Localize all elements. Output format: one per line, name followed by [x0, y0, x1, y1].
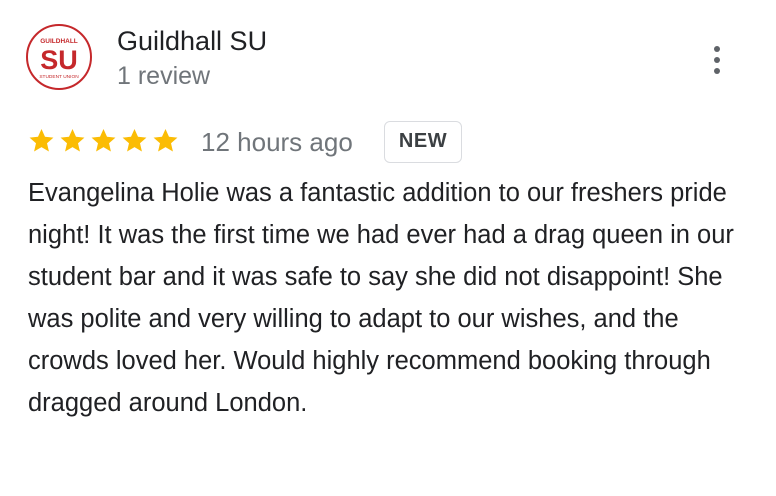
avatar[interactable]: GUILDHALL SU STUDENT UNION [26, 24, 92, 90]
logo-main-text: SU [40, 45, 78, 75]
star-icon [60, 129, 85, 152]
logo-bottom-text: STUDENT UNION [39, 74, 79, 80]
reviewer-name[interactable]: Guildhall SU [117, 24, 267, 58]
logo-top-text: GUILDHALL [40, 38, 78, 45]
review-time: 12 hours ago [201, 127, 353, 157]
star-icon [29, 129, 54, 152]
new-badge: NEW [384, 121, 462, 163]
guildhall-su-logo: GUILDHALL SU STUDENT UNION [39, 38, 79, 80]
star-icon [122, 129, 147, 152]
star-rating [28, 127, 183, 157]
review-card: GUILDHALL SU STUDENT UNION Guildhall SU … [0, 0, 776, 496]
star-icon [153, 129, 178, 152]
more-options-button[interactable] [700, 40, 734, 80]
star-icon [91, 129, 116, 152]
review-text: Evangelina Holie was a fantastic additio… [28, 179, 734, 417]
review-count[interactable]: 1 review [117, 60, 210, 92]
